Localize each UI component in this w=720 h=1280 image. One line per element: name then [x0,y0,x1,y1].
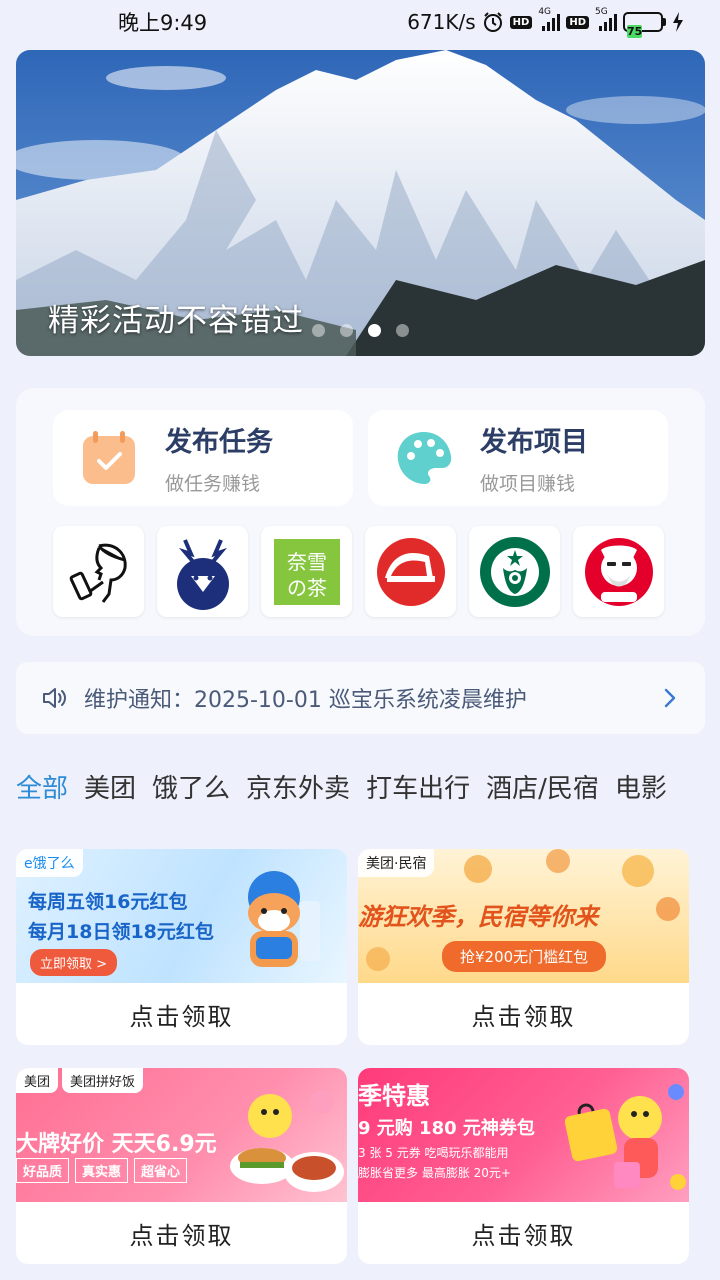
deer-logo [176,538,229,610]
svg-text:奈雪: 奈雪 [287,550,327,574]
drinking-figure-logo [69,543,127,603]
brand-drinking-figure[interactable] [53,526,144,617]
clock: 晚上9:49 [118,11,208,35]
tab-eleme[interactable]: 饿了么 [152,768,230,816]
action-subtitle: 做项目赚钱 [480,473,576,495]
promo-banner[interactable]: 精彩活动不容错过 [16,50,705,356]
claim-button[interactable]: 点击领取 [358,1202,689,1264]
pizza-hut-logo [376,537,445,606]
charging-icon [673,12,683,32]
coupon-card[interactable]: 美团 美团拼好饭 大牌好价 天天6.9元 好品质 真实惠 超省心 点击领取 [16,1068,347,1264]
action-card: 发布任务 做任务赚钱 发布项目 做项目赚钱 奈雪 の茶 [16,388,705,636]
svg-text:の茶: の茶 [287,576,327,600]
carousel-dot[interactable] [340,324,353,337]
coupon-line: 游狂欢季，民宿等你来 [358,903,598,931]
palette-icon [397,432,452,484]
brand-nayuki[interactable]: 奈雪 の茶 [261,526,352,617]
nayuki-logo: 奈雪 の茶 [273,538,340,605]
claim-button[interactable]: 点击领取 [358,983,689,1045]
coupon-art: 季特惠 9 元购 180 元神券包 3 张 5 元券 吃喝玩乐都能用 膨胀省更多… [358,1068,689,1202]
coupon-line: 3 张 5 元券 吃喝玩乐都能用 [358,1146,509,1160]
alarm-icon [483,12,502,32]
coupon-art: e饿了么 每周五领16元红包 每月18日领18元红包 立即领取 > [16,849,347,983]
carousel-dot-active[interactable] [368,324,381,337]
brand-pizza-hut[interactable] [365,526,456,617]
shiba-mascot-icon [248,871,320,967]
coupon-line: 9 元购 180 元神券包 [358,1118,535,1139]
coupon-tag: 美团拼好饭 [62,1068,144,1093]
coupon-card[interactable]: 美团·民宿 游狂欢季，民宿等你来 抢¥200无门槛红包 点击领取 [358,849,689,1045]
coupon-claim-button[interactable]: 抢¥200无门槛红包 [442,941,607,972]
coupon-card[interactable]: 季特惠 9 元购 180 元神券包 3 张 5 元券 吃喝玩乐都能用 膨胀省更多… [358,1068,689,1264]
coupon-art: 美团 美团拼好饭 大牌好价 天天6.9元 好品质 真实惠 超省心 [16,1068,347,1202]
coupon-line: 每周五领16元红包 [28,891,188,913]
coupon-chip: 真实惠 [75,1158,129,1183]
calendar-check-icon [83,431,135,484]
banner-caption: 精彩活动不容错过 [48,303,304,339]
coupon-tag: e饿了么 [16,849,83,877]
tab-taxi[interactable]: 打车出行 [366,768,470,816]
action-title: 发布任务 [165,427,273,458]
tab-meituan[interactable]: 美团 [84,768,136,816]
tab-hotel[interactable]: 酒店/民宿 [486,768,599,816]
brand-starbucks[interactable] [469,526,560,617]
hd-badge: HD [509,15,533,29]
coupon-line: 季特惠 [358,1082,430,1110]
status-bar: 晚上9:49 671K/s HD 4G HD 5G 75 [0,0,720,44]
kfc-logo [584,537,653,606]
category-tabs: 全部 美团 饿了么 京东外卖 打车出行 酒店/民宿 电影 [16,768,706,816]
carousel-dots[interactable] [312,324,409,337]
claim-button[interactable]: 点击领取 [16,983,347,1045]
coupon-line: 大牌好价 天天6.9元 [16,1132,217,1157]
status-icons: 671K/s HD 4G HD 5G 75 [407,7,684,38]
coupon-chip: 好品质 [16,1158,70,1183]
tab-movie[interactable]: 电影 [615,768,667,816]
carousel-dot[interactable] [312,324,325,337]
coupon-line: 膨胀省更多 最高膨胀 20元+ [358,1166,511,1180]
hd-badge: HD [566,15,589,29]
claim-button[interactable]: 点击领取 [16,1202,347,1264]
signal-icon: 5G [595,7,617,31]
tab-jd-takeout[interactable]: 京东外卖 [246,768,350,816]
notice-text: 维护通知：2025-10-01 巡宝乐系统凌晨维护 [84,688,527,713]
shopping-bag-mascot-icon [564,1084,686,1190]
coupon-tag: 美团 [16,1068,59,1093]
signal-icon: 4G [538,7,561,31]
action-subtitle: 做任务赚钱 [165,473,261,495]
network-speed: 671K/s [407,10,476,34]
publish-project-button[interactable]: 发布项目 做项目赚钱 [368,410,668,506]
burger-meal-icon [230,1090,344,1192]
carousel-dot[interactable] [396,324,409,337]
chevron-right-icon[interactable] [659,687,681,709]
coupon-card[interactable]: e饿了么 每周五领16元红包 每月18日领18元红包 立即领取 > 点击领取 [16,849,347,1045]
speaker-icon [43,688,66,708]
maintenance-notice[interactable]: 维护通知：2025-10-01 巡宝乐系统凌晨维护 [16,662,705,734]
brand-kfc[interactable] [573,526,664,617]
coupon-chip: 超省心 [134,1158,188,1183]
publish-task-button[interactable]: 发布任务 做任务赚钱 [53,410,353,506]
brand-deer[interactable] [157,526,248,617]
brand-row: 奈雪 の茶 [53,526,664,617]
coupon-tag: 美团·民宿 [358,849,435,877]
coupon-claim-button[interactable]: 立即领取 > [30,949,118,976]
tab-all[interactable]: 全部 [16,768,68,816]
coupon-art: 美团·民宿 游狂欢季，民宿等你来 抢¥200无门槛红包 [358,849,689,983]
action-title: 发布项目 [480,427,588,458]
battery-icon: 75 [623,12,666,38]
starbucks-logo [479,536,550,607]
coupon-line: 每月18日领18元红包 [28,921,214,943]
